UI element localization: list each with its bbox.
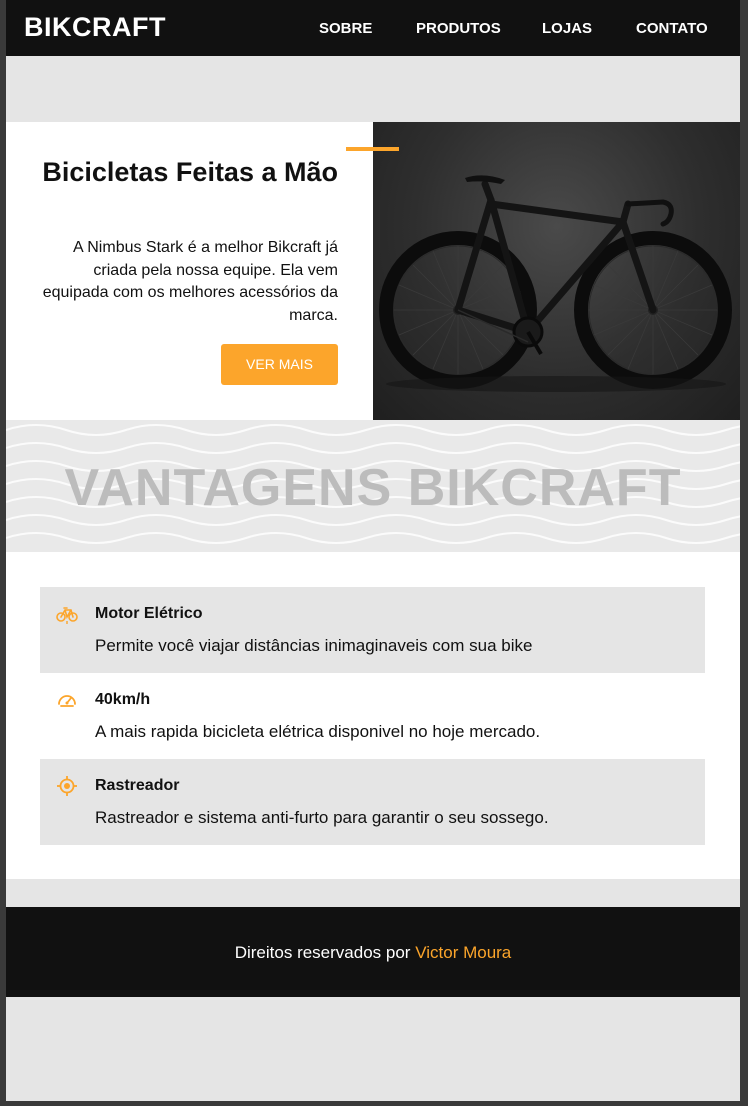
- feature-description: Rastreador e sistema anti-furto para gar…: [95, 808, 549, 827]
- page: BIKCRAFT SOBRE PRODUTOS LOJAS CONTATO Bi…: [6, 0, 740, 1101]
- site-header: BIKCRAFT SOBRE PRODUTOS LOJAS CONTATO: [6, 0, 740, 56]
- footer-rights: Direitos reservados por: [234, 943, 411, 962]
- nav-link-produtos[interactable]: PRODUTOS: [416, 20, 501, 37]
- feature-description: Permite você viajar distâncias inimagina…: [95, 636, 533, 655]
- hero-title: Bicicletas Feitas a Mão: [42, 157, 338, 187]
- advantages-title: VANTAGENS BIKCRAFT: [64, 459, 682, 517]
- feature-item-motor: Motor Elétrico Permite você viajar distâ…: [40, 587, 705, 673]
- advantages-banner: VANTAGENS BIKCRAFT: [6, 420, 740, 552]
- ver-mais-button[interactable]: VER MAIS: [221, 344, 338, 385]
- feature-description: A mais rapida bicicleta elétrica disponi…: [95, 722, 541, 741]
- nav-link-contato[interactable]: CONTATO: [636, 20, 708, 37]
- hero-description: A Nimbus Stark é a melhor Bikcraft já cr…: [42, 239, 338, 324]
- speedometer-icon: [58, 695, 76, 707]
- footer-author-link[interactable]: Victor Moura: [415, 943, 511, 962]
- hero-section: Bicicletas Feitas a Mão A Nimbus Stark é…: [6, 122, 740, 420]
- feature-item-tracker: Rastreador Rastreador e sistema anti-fur…: [40, 759, 705, 845]
- bike-icon: [56, 607, 78, 624]
- hero-bike-image: [373, 122, 740, 420]
- logo[interactable]: BIKCRAFT: [24, 12, 166, 43]
- bicycle-illustration: [379, 175, 732, 392]
- nav-link-sobre[interactable]: SOBRE: [319, 20, 372, 37]
- feature-title: Motor Elétrico: [95, 605, 203, 622]
- feature-title: Rastreador: [95, 777, 180, 794]
- feature-item-speed: 40km/h A mais rapida bicicleta elétrica …: [40, 673, 705, 759]
- hero-accent-bar: [346, 147, 399, 151]
- nav-link-lojas[interactable]: LOJAS: [542, 20, 592, 37]
- footer-text: Direitos reservados por Victor Moura: [6, 943, 740, 963]
- features-section: Motor Elétrico Permite você viajar distâ…: [6, 552, 740, 879]
- feature-title: 40km/h: [95, 691, 151, 708]
- target-icon: [57, 776, 77, 796]
- site-footer: Direitos reservados por Victor Moura: [6, 907, 740, 997]
